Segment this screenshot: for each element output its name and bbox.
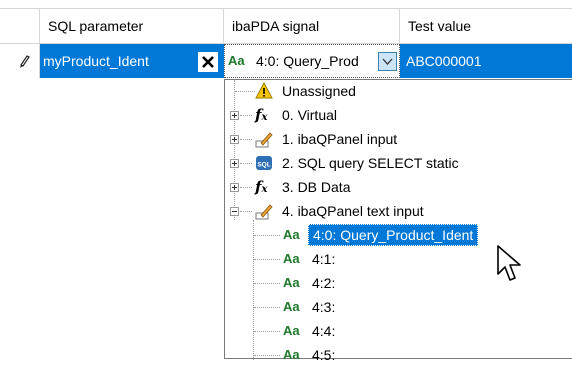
tree-line xyxy=(235,91,255,92)
collapse-toggle[interactable] xyxy=(230,207,239,216)
sql-parameter-cell[interactable]: myProduct_Ident xyxy=(40,44,224,78)
tree-item-label: Unassigned xyxy=(282,83,356,99)
tree-item-label: 4:1: xyxy=(312,251,336,267)
sql-icon: SQL xyxy=(256,156,272,170)
text-signal-icon: Aa xyxy=(283,299,300,314)
close-icon xyxy=(202,56,214,68)
fx-icon: fx xyxy=(255,178,268,196)
tree-line xyxy=(240,139,252,140)
edit-pencil-icon xyxy=(20,55,30,68)
dropdown-button[interactable] xyxy=(378,52,397,71)
signal-combobox[interactable]: Aa 4:0: Query_Prod xyxy=(224,44,400,78)
row-header-corner xyxy=(0,9,40,44)
column-header-ibapda-signal[interactable]: ibaPDA signal xyxy=(224,9,400,44)
column-header-sql-parameter[interactable]: SQL parameter xyxy=(40,9,224,44)
signal-tree-dropdown[interactable]: Unassigned fx 0. Virtual 1. ibaQPanel in… xyxy=(224,79,572,363)
row-header-cell[interactable] xyxy=(0,44,40,78)
tree-line xyxy=(254,283,280,284)
fx-icon: fx xyxy=(255,106,268,124)
tree-line xyxy=(253,220,254,360)
warning-icon xyxy=(255,82,273,99)
text-signal-icon: Aa xyxy=(228,53,245,68)
expand-toggle[interactable] xyxy=(230,111,239,120)
tree-item-label: 4:4: xyxy=(312,323,336,339)
text-signal-icon: Aa xyxy=(283,347,300,362)
tree-line xyxy=(240,115,252,116)
tree-line xyxy=(254,235,280,236)
column-header-test-value[interactable]: Test value xyxy=(400,9,572,44)
text-signal-icon: Aa xyxy=(283,275,300,290)
tree-item-label: 2. SQL query SELECT static xyxy=(282,155,459,171)
sql-parameter-value: myProduct_Ident xyxy=(43,53,149,69)
tree-line xyxy=(240,211,252,212)
tree-line xyxy=(254,331,280,332)
expand-toggle[interactable] xyxy=(230,183,239,192)
column-header-label: SQL parameter xyxy=(48,18,144,34)
column-header-label: Test value xyxy=(408,18,472,34)
tree-item-label: 4:5: xyxy=(312,347,336,363)
expand-toggle[interactable] xyxy=(230,159,239,168)
tree-line xyxy=(254,259,280,260)
text-signal-icon: Aa xyxy=(283,227,300,242)
test-value: ABC000001 xyxy=(406,53,482,69)
tree-line xyxy=(240,187,252,188)
tree-item-label: 4:3: xyxy=(312,299,336,315)
tree-item-label: 0. Virtual xyxy=(282,107,337,123)
tree-item-label: 4. ibaQPanel text input xyxy=(282,203,424,219)
tree-line xyxy=(240,163,252,164)
test-value-cell[interactable]: ABC000001 xyxy=(400,44,572,78)
pencil-icon xyxy=(255,132,273,148)
tree-item-label: 1. ibaQPanel input xyxy=(282,131,398,147)
chevron-down-icon xyxy=(382,58,393,65)
text-signal-icon: Aa xyxy=(283,323,300,338)
text-signal-icon: Aa xyxy=(283,251,300,266)
signal-value: 4:0: Query_Prod xyxy=(256,53,359,69)
tree-line xyxy=(234,80,235,220)
tree-item-label-selected: 4:0: Query_Product_Ident xyxy=(308,224,479,246)
tree-item-label: 3. DB Data xyxy=(282,179,351,195)
svg-text:SQL: SQL xyxy=(257,162,270,169)
mouse-cursor-icon xyxy=(497,245,521,281)
expand-toggle[interactable] xyxy=(230,135,239,144)
tree-line xyxy=(254,355,280,356)
tree-item-label: 4:2: xyxy=(312,275,336,291)
pencil-icon xyxy=(255,204,273,220)
tree-line xyxy=(254,307,280,308)
column-header-label: ibaPDA signal xyxy=(232,18,320,34)
clear-button[interactable] xyxy=(198,52,218,72)
